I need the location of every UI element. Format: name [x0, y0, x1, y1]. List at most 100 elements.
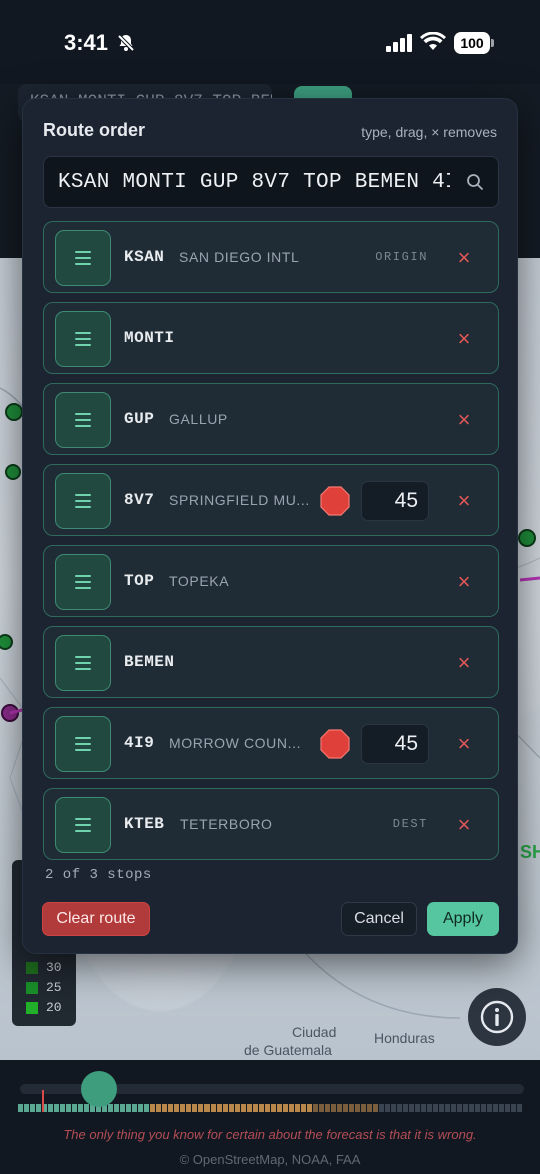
timeline-tick — [318, 1104, 324, 1112]
timeline-now-marker — [42, 1090, 44, 1112]
apply-button[interactable]: Apply — [427, 902, 499, 936]
timeline-tick — [216, 1104, 222, 1112]
map-label-ciudad: Ciudad — [292, 1024, 337, 1040]
timeline-tick — [342, 1104, 348, 1112]
remove-waypoint-button[interactable]: × — [450, 568, 478, 596]
waypoint-row[interactable]: GUP GALLUP × — [43, 383, 499, 455]
hamburger-icon — [75, 251, 91, 265]
drag-handle[interactable] — [55, 554, 111, 610]
timeline-tick — [30, 1104, 36, 1112]
timeline-tick — [66, 1104, 72, 1112]
remove-waypoint-button[interactable]: × — [450, 487, 478, 515]
timeline-tick — [324, 1104, 330, 1112]
route-input-wrapper — [43, 156, 499, 208]
cellular-signal-icon — [386, 34, 412, 52]
timeline-tick — [487, 1104, 493, 1112]
timeline-tick — [481, 1104, 487, 1112]
timeline-handle[interactable] — [81, 1071, 117, 1107]
wifi-icon — [420, 32, 446, 50]
drag-handle[interactable] — [55, 473, 111, 529]
timeline-tick — [78, 1104, 84, 1112]
waypoint-row[interactable]: MONTI × — [43, 302, 499, 374]
drag-handle[interactable] — [55, 716, 111, 772]
timeline-tick — [144, 1104, 150, 1112]
timeline-tick — [114, 1104, 120, 1112]
waypoint-row[interactable]: TOP TOPEKA × — [43, 545, 499, 617]
timeline-tick — [499, 1104, 505, 1112]
stop-minutes-input[interactable] — [361, 724, 429, 764]
timeline-tick — [48, 1104, 54, 1112]
waypoint-ident: 8V7 — [124, 491, 155, 509]
waypoint-name: MORROW COUN... — [169, 735, 302, 751]
remove-waypoint-button[interactable]: × — [450, 730, 478, 758]
timeline-tick — [132, 1104, 138, 1112]
timeline-tick — [54, 1104, 60, 1112]
stop-minutes-input[interactable] — [361, 481, 429, 521]
stop-sign-icon — [320, 729, 350, 759]
timeline-tick — [222, 1104, 228, 1112]
timeline-tick — [186, 1104, 192, 1112]
search-icon — [467, 174, 483, 190]
timeline-tick — [162, 1104, 168, 1112]
waypoint-row[interactable]: 4I9 MORROW COUN... × — [43, 707, 499, 779]
timeline-tick — [240, 1104, 246, 1112]
timeline-tick — [511, 1104, 517, 1112]
waypoint-tag: ORIGIN — [375, 250, 428, 264]
waypoint-ident: KTEB — [124, 815, 165, 833]
drag-handle[interactable] — [55, 797, 111, 853]
info-button[interactable] — [468, 988, 526, 1046]
clear-route-button[interactable]: Clear route — [42, 902, 150, 936]
timeline-tick — [409, 1104, 415, 1112]
remove-waypoint-button[interactable]: × — [450, 244, 478, 272]
timeline-tick — [457, 1104, 463, 1112]
timeline-tick — [276, 1104, 282, 1112]
timeline-tick — [475, 1104, 481, 1112]
timeline-tick — [156, 1104, 162, 1112]
map-label-guatemala: de Guatemala — [244, 1042, 332, 1058]
remove-waypoint-button[interactable]: × — [450, 811, 478, 839]
timeline-tick — [384, 1104, 390, 1112]
forecast-quote: The only thing you know for certain abou… — [63, 1127, 477, 1142]
timeline-tick — [204, 1104, 210, 1112]
waypoint-row[interactable]: KTEB TETERBORO DEST × — [43, 788, 499, 860]
timeline-tick — [421, 1104, 427, 1112]
timeline-tick — [445, 1104, 451, 1112]
timeline-tick — [493, 1104, 499, 1112]
drag-handle[interactable] — [55, 311, 111, 367]
remove-waypoint-button[interactable]: × — [450, 406, 478, 434]
drag-handle[interactable] — [55, 635, 111, 691]
battery-tip — [491, 39, 494, 47]
timeline-tick — [288, 1104, 294, 1112]
timeline-tick — [198, 1104, 204, 1112]
timeline-tick — [427, 1104, 433, 1112]
timeline-tick — [120, 1104, 126, 1112]
bell-muted-icon — [117, 34, 135, 52]
timeline-tick — [294, 1104, 300, 1112]
waypoint-row[interactable]: BEMEN × — [43, 626, 499, 698]
timeline-tick — [282, 1104, 288, 1112]
timeline-tick — [396, 1104, 402, 1112]
cancel-button[interactable]: Cancel — [341, 902, 417, 936]
dialog-title: Route order — [43, 120, 146, 140]
timeline-tick — [210, 1104, 216, 1112]
route-input[interactable] — [44, 157, 464, 207]
waypoint-row[interactable]: KSAN SAN DIEGO INTL ORIGIN × — [43, 221, 499, 293]
timeline-tick — [150, 1104, 156, 1112]
drag-handle[interactable] — [55, 392, 111, 448]
timeline-tick — [378, 1104, 384, 1112]
legend-swatch — [26, 982, 38, 994]
timeline-tick — [18, 1104, 24, 1112]
timeline-tick — [138, 1104, 144, 1112]
remove-waypoint-button[interactable]: × — [450, 325, 478, 353]
waypoint-ident: KSAN — [124, 248, 165, 266]
timeline-tick — [463, 1104, 469, 1112]
waypoint-row[interactable]: 8V7 SPRINGFIELD MU... × — [43, 464, 499, 536]
timeline-tick — [72, 1104, 78, 1112]
remove-waypoint-button[interactable]: × — [450, 649, 478, 677]
waypoint-name: GALLUP — [169, 411, 228, 427]
drag-handle[interactable] — [55, 230, 111, 286]
legend-row: 20 — [26, 1000, 76, 1016]
hamburger-icon — [75, 575, 91, 589]
timeline-tick — [433, 1104, 439, 1112]
legend-row: 30 — [26, 960, 76, 976]
